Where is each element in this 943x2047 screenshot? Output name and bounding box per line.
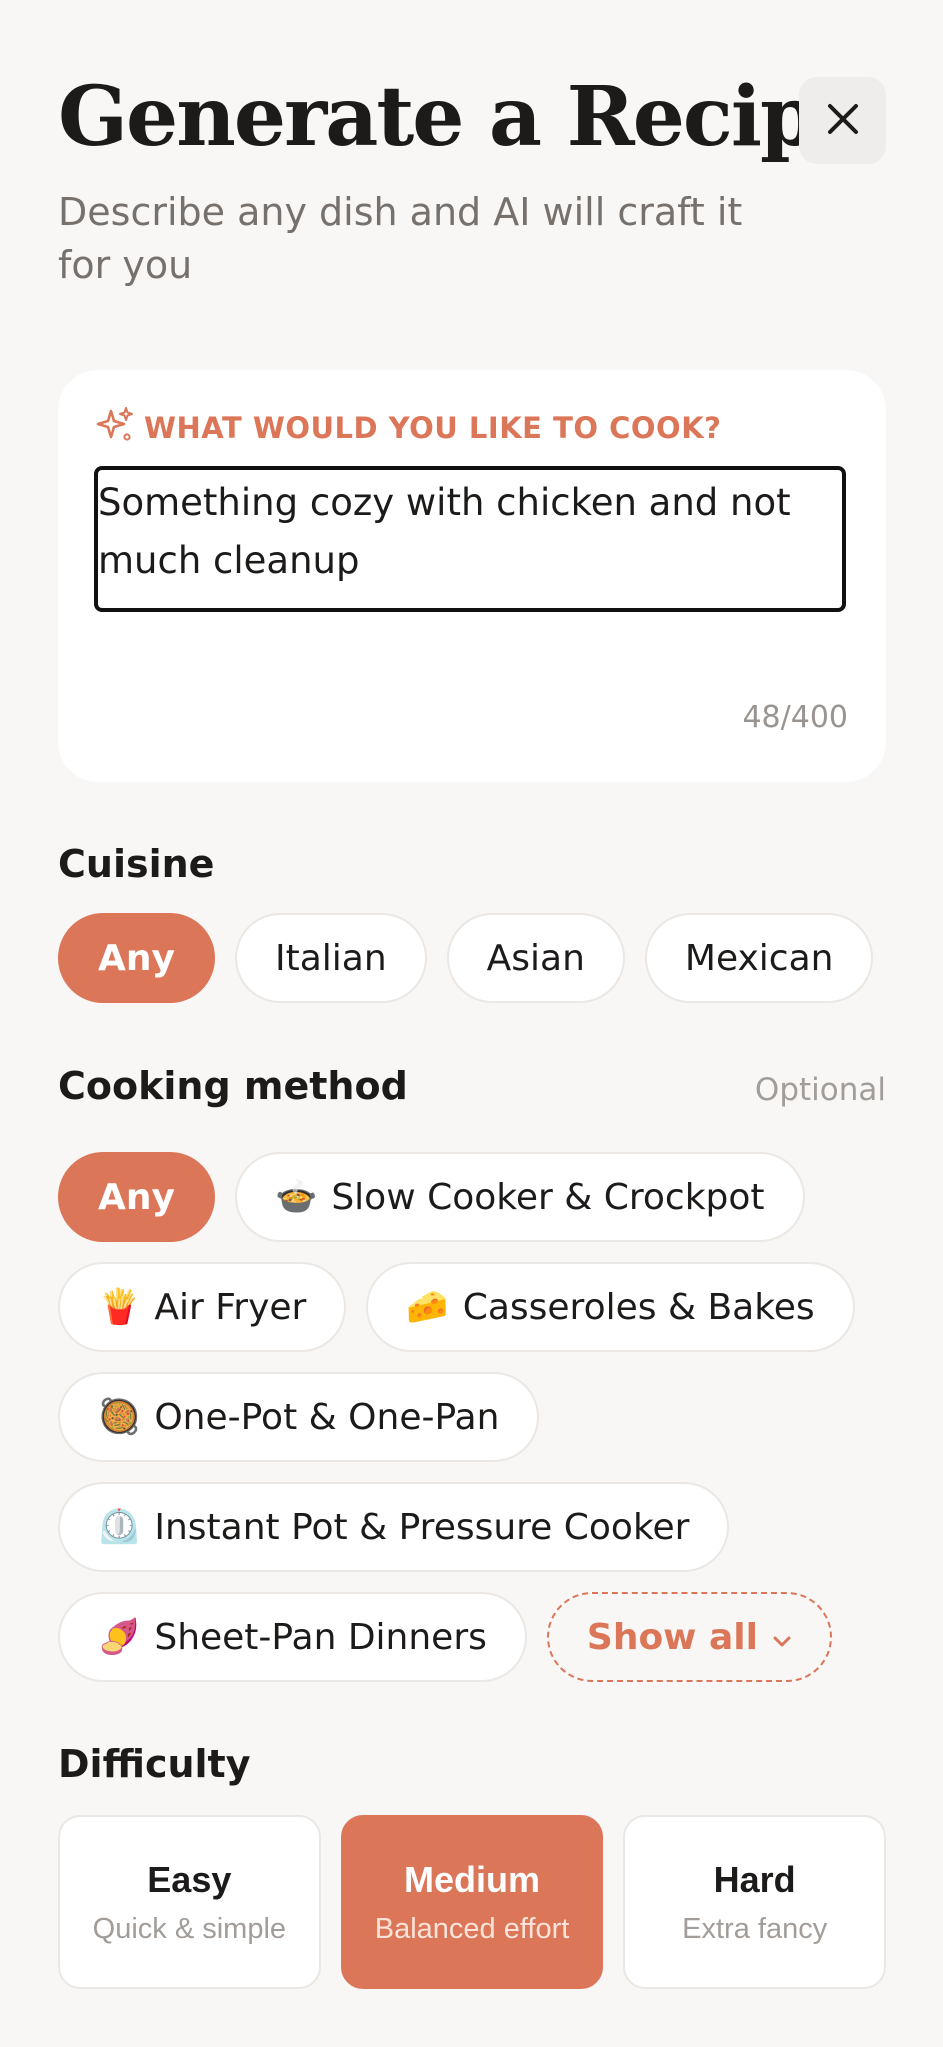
stew-pot-icon: 🍲 bbox=[274, 1177, 318, 1217]
cuisine-title: Cuisine bbox=[58, 842, 215, 886]
show-all-label: Show all bbox=[586, 1616, 758, 1658]
method-chip-one-pot[interactable]: 🥘 One-Pot & One-Pan bbox=[58, 1372, 540, 1462]
cuisine-chip-row: Any Italian Asian Mexican bbox=[58, 913, 886, 1003]
difficulty-desc: Extra fancy bbox=[682, 1912, 828, 1945]
optional-label: Optional bbox=[754, 1072, 886, 1108]
method-chip-any[interactable]: Any bbox=[58, 1152, 215, 1242]
cooking-method-title: Cooking method bbox=[58, 1064, 408, 1108]
page-subtitle: Describe any dish and AI will craft it f… bbox=[58, 190, 743, 287]
method-chip-air-fryer[interactable]: 🍟 Air Fryer bbox=[58, 1262, 347, 1352]
method-chip-slow-cooker[interactable]: 🍲 Slow Cooker & Crockpot bbox=[234, 1152, 805, 1242]
difficulty-hard[interactable]: Hard Extra fancy bbox=[623, 1815, 887, 1989]
prompt-label-text: WHAT WOULD YOU LIKE TO COOK? bbox=[144, 411, 722, 445]
method-chip-label: Slow Cooker & Crockpot bbox=[331, 1176, 765, 1218]
cooking-method-chips: Any 🍲 Slow Cooker & Crockpot 🍟 Air Fryer… bbox=[58, 1152, 886, 1682]
prompt-textarea[interactable]: Something cozy with chicken and not much… bbox=[94, 466, 846, 612]
method-chip-label: One-Pot & One-Pan bbox=[154, 1396, 500, 1438]
cuisine-chip-italian[interactable]: Italian bbox=[234, 913, 427, 1003]
difficulty-name: Hard bbox=[713, 1858, 796, 1900]
difficulty-title: Difficulty bbox=[58, 1742, 251, 1786]
cheese-icon: 🧀 bbox=[406, 1287, 449, 1327]
fries-icon: 🍟 bbox=[98, 1287, 141, 1327]
method-chip-sheet-pan[interactable]: 🍠 Sheet-Pan Dinners bbox=[58, 1592, 527, 1682]
cuisine-chip-any[interactable]: Any bbox=[58, 913, 215, 1003]
difficulty-name: Medium bbox=[404, 1858, 541, 1900]
difficulty-desc: Balanced effort bbox=[374, 1912, 570, 1945]
paella-pan-icon: 🥘 bbox=[98, 1397, 141, 1437]
sweet-potato-icon: 🍠 bbox=[98, 1617, 141, 1657]
cuisine-chip-mexican[interactable]: Mexican bbox=[644, 913, 874, 1003]
method-chip-instant-pot[interactable]: ⏲️ Instant Pot & Pressure Cooker bbox=[58, 1482, 730, 1572]
chevron-down-icon bbox=[772, 1617, 792, 1658]
method-chip-label: Casseroles & Bakes bbox=[462, 1286, 815, 1328]
close-icon bbox=[826, 102, 860, 139]
difficulty-options: Easy Quick & simple Medium Balanced effo… bbox=[58, 1815, 887, 1989]
difficulty-medium[interactable]: Medium Balanced effort bbox=[340, 1815, 604, 1989]
show-all-button[interactable]: Show all bbox=[546, 1592, 832, 1682]
prompt-card: WHAT WOULD YOU LIKE TO COOK? Something c… bbox=[58, 370, 886, 782]
method-chip-label: Instant Pot & Pressure Cooker bbox=[154, 1506, 690, 1548]
prompt-label: WHAT WOULD YOU LIKE TO COOK? bbox=[96, 406, 722, 451]
page-title: Generate a Recipe bbox=[58, 69, 868, 165]
difficulty-name: Easy bbox=[147, 1858, 232, 1900]
difficulty-desc: Quick & simple bbox=[92, 1912, 287, 1945]
method-chip-label: Sheet-Pan Dinners bbox=[154, 1616, 487, 1658]
sparkles-icon bbox=[96, 406, 134, 451]
difficulty-easy[interactable]: Easy Quick & simple bbox=[58, 1815, 321, 1989]
timer-icon: ⏲️ bbox=[98, 1507, 141, 1547]
method-chip-casseroles[interactable]: 🧀 Casseroles & Bakes bbox=[366, 1262, 855, 1352]
method-chip-label: Air Fryer bbox=[154, 1286, 307, 1328]
cuisine-chip-asian[interactable]: Asian bbox=[446, 913, 625, 1003]
close-button[interactable] bbox=[799, 77, 886, 164]
char-count: 48/400 bbox=[742, 700, 848, 735]
